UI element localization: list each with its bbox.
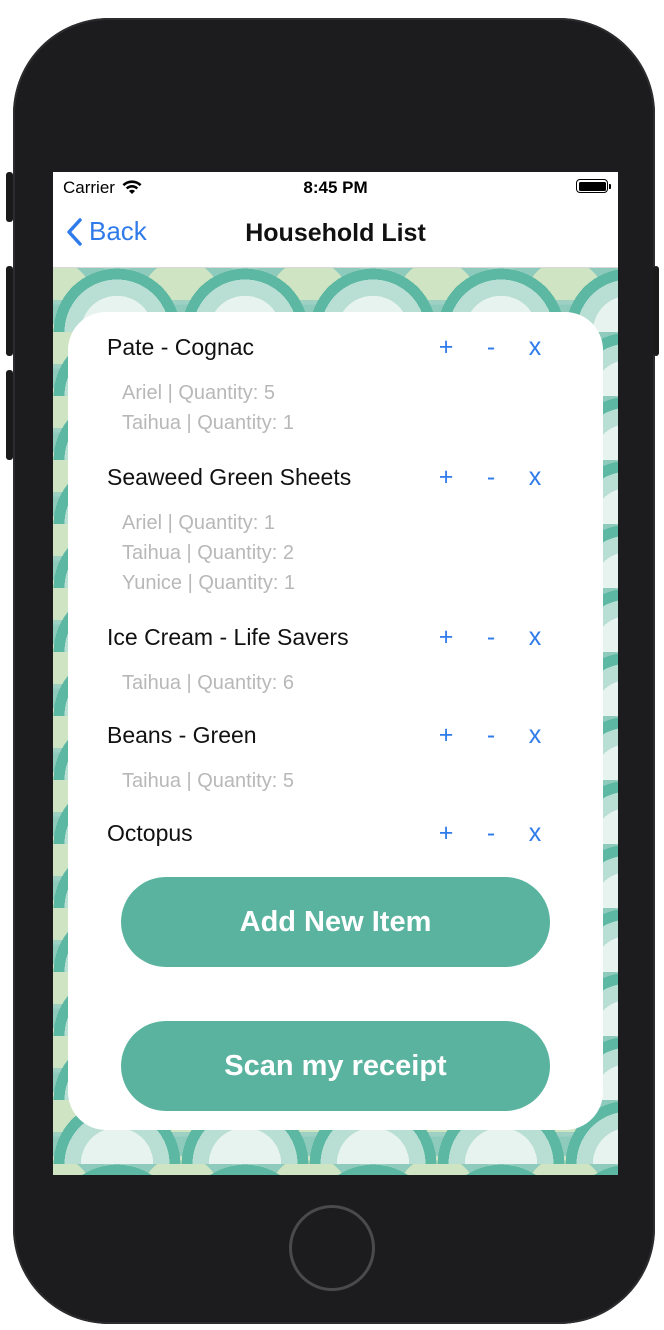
battery-icon bbox=[576, 179, 611, 193]
power-button bbox=[653, 266, 659, 356]
home-button[interactable] bbox=[289, 1205, 375, 1291]
decrease-button[interactable]: - bbox=[476, 720, 506, 750]
add-new-item-button[interactable]: Add New Item bbox=[121, 877, 550, 967]
item-detail: Ariel | Quantity: 5 bbox=[122, 382, 276, 404]
item-name: Pate - Cognac bbox=[107, 334, 255, 360]
increase-button[interactable]: + bbox=[431, 462, 461, 492]
item-name: Seaweed Green Sheets bbox=[107, 464, 352, 490]
page-title: Household List bbox=[245, 219, 426, 247]
item-name: Octopus bbox=[107, 820, 193, 846]
item-list: Pate - Cognac + - x Ariel | Quantity: 5 … bbox=[68, 312, 603, 868]
decrease-button[interactable]: - bbox=[476, 622, 506, 652]
remove-button[interactable]: x bbox=[520, 462, 550, 492]
status-bar: Carrier 8:45 PM bbox=[53, 172, 618, 202]
item-name: Beans - Green bbox=[107, 722, 257, 748]
list-item: Octopus + - x bbox=[68, 798, 603, 868]
increase-button[interactable]: + bbox=[431, 720, 461, 750]
navigation-bar: Back Household List bbox=[53, 202, 618, 268]
increase-button[interactable]: + bbox=[431, 332, 461, 362]
volume-up-button bbox=[6, 266, 13, 356]
item-detail: Taihua | Quantity: 6 bbox=[122, 672, 294, 694]
screen: Carrier 8:45 PM Back Household List Pate… bbox=[53, 172, 618, 1175]
list-item: Ice Cream - Life Savers + - x Taihua | Q… bbox=[68, 602, 603, 700]
list-item: Pate - Cognac + - x Ariel | Quantity: 5 … bbox=[68, 312, 603, 442]
mute-switch bbox=[6, 172, 13, 222]
decrease-button[interactable]: - bbox=[476, 332, 506, 362]
volume-down-button bbox=[6, 370, 13, 460]
remove-button[interactable]: x bbox=[520, 720, 550, 750]
item-detail: Taihua | Quantity: 2 bbox=[122, 542, 294, 564]
remove-button[interactable]: x bbox=[520, 622, 550, 652]
status-time: 8:45 PM bbox=[303, 178, 368, 197]
scan-receipt-button[interactable]: Scan my receipt bbox=[121, 1021, 550, 1111]
decrease-button[interactable]: - bbox=[476, 818, 506, 848]
item-detail: Taihua | Quantity: 1 bbox=[122, 412, 294, 434]
list-card: Pate - Cognac + - x Ariel | Quantity: 5 … bbox=[68, 312, 603, 1130]
item-name: Ice Cream - Life Savers bbox=[107, 624, 349, 650]
item-detail: Yunice | Quantity: 1 bbox=[122, 572, 296, 594]
list-item: Seaweed Green Sheets + - x Ariel | Quant… bbox=[68, 442, 603, 602]
increase-button[interactable]: + bbox=[431, 818, 461, 848]
remove-button[interactable]: x bbox=[520, 818, 550, 848]
increase-button[interactable]: + bbox=[431, 622, 461, 652]
decrease-button[interactable]: - bbox=[476, 462, 506, 492]
item-detail: Ariel | Quantity: 1 bbox=[122, 512, 276, 534]
list-item: Beans - Green + - x Taihua | Quantity: 5 bbox=[68, 700, 603, 798]
item-detail: Taihua | Quantity: 5 bbox=[122, 770, 294, 792]
remove-button[interactable]: x bbox=[520, 332, 550, 362]
